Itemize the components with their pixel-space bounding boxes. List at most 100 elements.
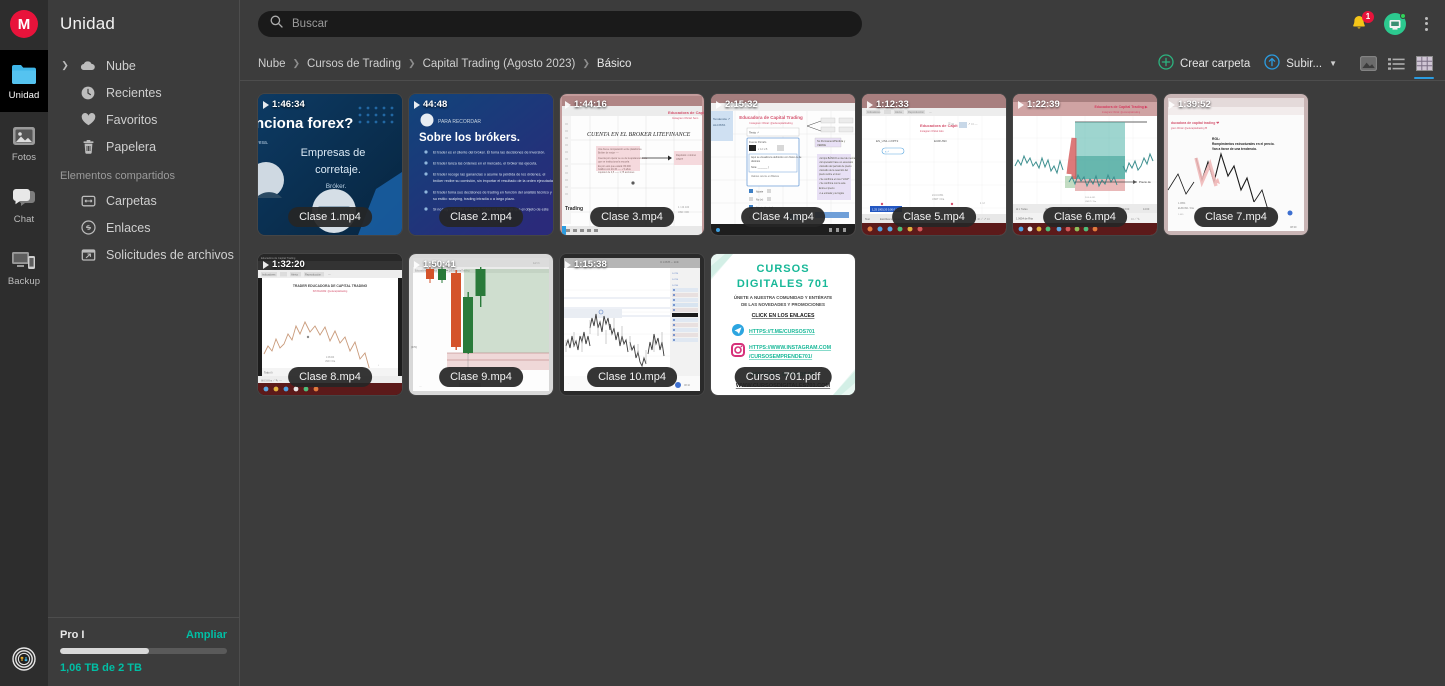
file-grid-scroll[interactable]: nciona forex? Empresas de corretaje. Bró… — [240, 81, 1445, 686]
svg-text:USDT / Día: USDT / Día — [1085, 201, 1097, 203]
breadcrumb-separator: ❯ — [292, 58, 301, 68]
svg-text:☰ ⊞: ☰ ⊞ — [948, 122, 955, 126]
sidebar-item-papelera[interactable]: ❯ Papelera — [48, 133, 239, 160]
chevron-down-icon[interactable]: ▼ — [1329, 59, 1337, 68]
rail-label-unidad: Unidad — [8, 90, 40, 101]
play-icon — [263, 100, 269, 109]
search-input[interactable] — [292, 17, 850, 30]
svg-text:08:10: 08:10 — [684, 384, 691, 387]
svg-text:Alerta: Alerta — [291, 273, 298, 277]
file-card[interactable]: ⊡ 1.0678 ⋯ ⊟ ⊠ 1.0720 1.0710 1.0700 · 08… — [560, 254, 704, 395]
create-folder-button[interactable]: Crear carpeta — [1158, 54, 1250, 73]
svg-text:USDT / Día: USDT / Día — [932, 198, 945, 201]
svg-text:VERDE: VERDE — [817, 143, 826, 147]
upload-circle-icon — [1264, 54, 1280, 73]
file-card[interactable]: Educadora de Capi Instagram Oficial: Sem… — [560, 94, 704, 235]
play-icon — [414, 100, 420, 109]
duration-text: 44:48 — [423, 99, 448, 110]
file-card[interactable]: Indicadores Alerta Reproducción ⋯ Educad… — [862, 94, 1006, 235]
search-bar[interactable] — [258, 10, 862, 37]
play-icon — [1169, 100, 1175, 109]
storage-used-label: 1,06 TB de 2 TB — [60, 662, 142, 674]
file-card[interactable]: ← → ⟳ ✎ ⊘ ⟋ ⊡ ⋯ ◯ MEMBERS ⊞ ⚙ ⊡ ducadora… — [1164, 94, 1308, 235]
svg-text:Nota: _______ |: Nota: _______ | — [751, 166, 769, 169]
sidebar-item-carpetas[interactable]: ❯ Carpetas — [48, 187, 239, 214]
avatar[interactable] — [1384, 12, 1406, 35]
svg-text:Bróker de mejor ----: Bróker de mejor ---- — [598, 152, 619, 155]
storage-upgrade-link[interactable]: Ampliar — [186, 629, 227, 641]
breadcrumb-separator: ❯ — [582, 58, 590, 68]
file-card[interactable]: Tendencia ↗ ALCISTA Educadora de Capital… — [711, 94, 855, 235]
rail-bottom — [0, 647, 48, 676]
breadcrumb-item-1[interactable]: Cursos de Trading — [307, 58, 401, 70]
sidebar-item-enlaces[interactable]: ❯ Enlaces — [48, 214, 239, 241]
notification-badge: 1 — [1362, 10, 1374, 23]
duration-text: 1:12:33 — [876, 99, 909, 110]
grid-view-icon[interactable] — [1414, 55, 1434, 79]
sidebar-item-nube[interactable]: ❯ Nube — [48, 52, 239, 79]
chevron-right-icon[interactable]: ❯ — [60, 60, 70, 71]
svg-text:su estilo: scalping, trading i: su estilo: scalping, trading intradía o … — [433, 197, 515, 201]
sidebar-item-solicitudes[interactable]: ❯ Solicitudes de archivos — [48, 241, 239, 268]
svg-text:Indicadores: Indicadores — [867, 110, 881, 114]
play-icon — [414, 260, 420, 269]
gallery-view-icon[interactable] — [1359, 55, 1377, 73]
sidebar-label-solicitudes: Solicitudes de archivos — [106, 247, 234, 262]
svg-text:Sobre los brókers.: Sobre los brókers. — [419, 132, 520, 144]
sidebar-label-nube: Nube — [106, 58, 136, 73]
svg-text:(0.5): (0.5) — [411, 345, 417, 349]
svg-text:⊡ 1.0678 ⋯ ⊟ ⊠: ⊡ 1.0678 ⋯ ⊟ ⊠ — [660, 261, 678, 264]
folder-icon — [11, 61, 37, 87]
transfers-icon[interactable] — [12, 647, 36, 676]
file-name: Clase 8.mp4 — [288, 367, 372, 387]
upload-label: Subir... — [1286, 57, 1323, 70]
svg-text:CLICK EN LOS ENLACES: CLICK EN LOS ENLACES — [752, 313, 815, 319]
file-name: Clase 1.mp4 — [288, 207, 372, 227]
list-view-icon[interactable] — [1387, 55, 1405, 73]
sidebar-label-favoritos: Favoritos — [106, 112, 158, 127]
svg-text:✎ ⊘ ⟋ ↗ ⊡: ✎ ⊘ ⟋ ↗ ⊡ — [974, 217, 990, 221]
file-card[interactable]: CURSOS DIGITALES 701 ÚNETE A NUESTRA COM… — [711, 254, 855, 395]
sidebar-item-favoritos[interactable]: ❯ Favoritos — [48, 106, 239, 133]
svg-text:ÚNETE A NUESTRA COMUNIDAD Y EN: ÚNETE A NUESTRA COMUNIDAD Y ENTÉRATE — [734, 295, 832, 300]
breadcrumb-item-0[interactable]: Nube — [258, 58, 286, 70]
svg-text:Aquí se visualiza la definició: Aquí se visualiza la definición con físi… — [751, 156, 802, 159]
upload-button[interactable]: Subir... ▼ — [1264, 54, 1337, 73]
file-card[interactable]: Educadora de Capital Trading Indicadores… — [258, 254, 402, 395]
breadcrumb-row: Nube ❯ Cursos de Trading ❯ Capital Tradi… — [240, 47, 1445, 81]
svg-text:24.0.0.051: 24.0.0.051 — [932, 194, 944, 197]
svg-text:precio sobre el nivel: precio sobre el nivel — [819, 173, 841, 176]
rail-item-backup[interactable]: Backup — [0, 236, 48, 298]
breadcrumb-item-2[interactable]: Capital Trading (Agosto 2023) — [423, 58, 576, 70]
play-icon — [565, 260, 571, 269]
play-icon — [263, 260, 269, 269]
kebab-menu-icon[interactable] — [1420, 14, 1433, 34]
svg-text:ES_US1.mXPT2: ES_US1.mXPT2 — [876, 139, 899, 143]
svg-text:que se instituciona la escuela: que se instituciona la escuela — [598, 161, 630, 164]
svg-text:1 / 2: 1 / 2 — [980, 202, 985, 205]
svg-text:EURUSD: EURUSD — [934, 139, 948, 143]
rail-item-chat[interactable]: Chat — [0, 174, 48, 236]
video-duration-badge: 1:32:20 — [263, 259, 305, 270]
rail-item-unidad[interactable]: Unidad — [0, 50, 48, 112]
svg-text:CUENTA EN EL BROKER LITEFINANC: CUENTA EN EL BROKER LITEFINANCE — [587, 132, 691, 138]
svg-text:Instagram Oficial: Sem: Instagram Oficial: Sem — [672, 116, 698, 120]
svg-text:Todo ⊡: Todo ⊡ — [264, 371, 273, 375]
sidebar-item-recientes[interactable]: ❯ Recientes — [48, 79, 239, 106]
file-card[interactable]: Educadora de Capital Trading ❤ @Educapit… — [409, 254, 553, 395]
rail-label-backup: Backup — [7, 276, 41, 287]
mega-logo[interactable]: M — [10, 10, 38, 38]
svg-text:PARA RECORDAR: PARA RECORDAR — [438, 119, 481, 125]
svg-text:• Estudio de la reacción del: • Estudio de la reacción del — [819, 169, 848, 172]
svg-text:No (+): No (+) — [756, 198, 763, 202]
file-card[interactable]: PARA RECORDAR Sobre los brókers. El trad… — [409, 94, 553, 235]
duration-text: 1:44:16 — [574, 99, 607, 110]
svg-text:1.0710: 1.0710 — [672, 279, 679, 281]
notifications-button[interactable]: 1 — [1350, 10, 1374, 34]
rail-item-fotos[interactable]: Fotos — [0, 112, 48, 174]
file-card[interactable]: Educadora de Capital Trading ▶ Instagram… — [1013, 94, 1157, 235]
breadcrumb-item-3[interactable]: Básico — [597, 58, 632, 70]
file-card[interactable]: nciona forex? Empresas de corretaje. Bró… — [258, 94, 402, 235]
svg-text:INSTAGRAM: @educapitaltrading: INSTAGRAM: @educapitaltrading — [313, 290, 348, 293]
svg-text:Valores ocurre en Blanca: Valores ocurre en Blanca — [751, 175, 779, 178]
